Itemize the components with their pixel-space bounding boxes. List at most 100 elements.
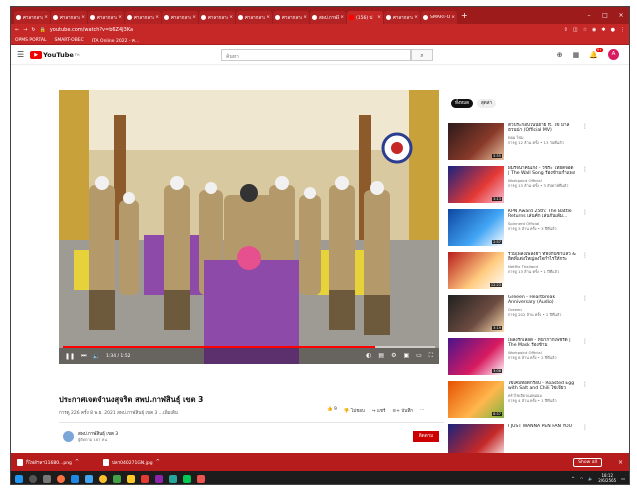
download-item[interactable]: ก็ไฟล์ฯลฯ11680...png ^ [17, 458, 93, 466]
video-thumbnail[interactable]: 2:57 [448, 209, 504, 246]
reload-icon[interactable]: ↻ [31, 27, 35, 33]
kebab-menu-icon[interactable]: ⋮ [582, 424, 588, 431]
back-icon[interactable]: ← [15, 27, 19, 33]
kebab-menu-icon[interactable]: ⋮ [582, 252, 588, 259]
wifi-icon[interactable]: ◠ [580, 476, 584, 481]
bookmark-smart-obec[interactable]: SMART-OBEC [54, 38, 83, 43]
apps-grid-icon[interactable]: ▦ [573, 51, 580, 59]
video-thumbnail[interactable]: 3:06 [448, 338, 504, 375]
recommendation-title[interactable]: I JUST WANNA PEN FAN YOU [508, 424, 576, 429]
extension-icon[interactable]: ◫ [573, 27, 578, 33]
recommendation-title[interactable]: ผมรจนาคนเก่ง - วัชระ ไทยดีจอด | The Wall… [508, 166, 576, 177]
browser-tab[interactable]: สพป.กาฬสินธุ์× [310, 11, 346, 24]
browser-tab[interactable]: ศาลากลางจังหวัด× [199, 11, 235, 24]
show-all-downloads-button[interactable]: Show all [573, 457, 602, 467]
app-icon[interactable] [155, 474, 163, 483]
store-icon[interactable] [85, 474, 93, 483]
channel-name[interactable]: สพป.กาฬสินธุ์ เขต 3 [78, 430, 118, 437]
puzzle-icon[interactable]: ✱ [601, 27, 605, 33]
close-icon[interactable]: × [451, 15, 455, 20]
close-icon[interactable]: × [118, 15, 122, 20]
browser-tab[interactable]: ศาลากลางจังหวัด× [51, 11, 87, 24]
task-view-icon[interactable] [43, 474, 51, 483]
kebab-menu-icon[interactable]: ⋮ [582, 381, 588, 388]
like-button[interactable]: 👍 9 [327, 407, 337, 414]
bookmark-opms[interactable]: OPMS PORTAL [15, 38, 46, 43]
firefox-icon[interactable] [57, 474, 65, 483]
taskbar-clock[interactable]: 18:12 2/6/2565 [598, 473, 616, 483]
excel-icon[interactable] [113, 474, 121, 483]
avatar[interactable]: A [608, 49, 619, 60]
extension-icon[interactable]: ◉ [592, 27, 596, 33]
recommendation-title[interactable]: Greeen - Heartbreak Anniversary (Audio) [508, 295, 576, 306]
theater-mode-icon[interactable]: ▭ [416, 352, 422, 360]
subtitles-icon[interactable]: ▤ [378, 352, 384, 360]
recommendation-title[interactable]: KPN Award 25th: The Battle Returns เล่นค… [508, 209, 576, 220]
share-button[interactable]: ↪ แชร์ [372, 407, 386, 414]
settings-gear-icon[interactable]: ⚙ [391, 352, 396, 360]
volume-icon[interactable]: 🔈 [588, 476, 593, 481]
notification-center-icon[interactable]: ▭ [621, 476, 625, 481]
kebab-menu-icon[interactable]: ⋮ [620, 27, 625, 33]
bookmark-star-icon[interactable]: ☆ [583, 27, 587, 33]
close-icon[interactable]: × [81, 15, 85, 20]
bookmark-ita-online[interactable]: ITA Online 2022 - ค... [92, 37, 139, 44]
recommendation-title[interactable]: เพลงรักเลือด - หน้ากากเพชรดี | The Mask … [508, 338, 576, 349]
recommendation-title[interactable]: ไข่เค็มทอดกรอบ - Roasted Egg with Salt a… [508, 381, 576, 392]
more-actions-icon[interactable]: … [420, 407, 425, 414]
app-icon[interactable] [169, 474, 177, 483]
dislike-button[interactable]: 👎 ไม่ชอบ [344, 407, 365, 414]
tray-chevron-icon[interactable]: ^ [571, 476, 574, 481]
chip-all[interactable]: ทั้งหมด [451, 99, 474, 108]
browser-tab[interactable]: ศาลากลางจังหวัด× [88, 11, 124, 24]
download-item[interactable]: ปลา040271GN.jpg ^ [103, 458, 179, 466]
video-player[interactable]: ❚❚ ⏭ 🔈 1:34 / 1:52 ◐ ▤ ⚙ ▣ ▭ ⛶ [59, 90, 439, 364]
recommendation-item[interactable]: 8:57 ไข่เค็มทอดกรอบ - Roasted Egg with Sa… [448, 381, 588, 421]
recommendation-item[interactable]: I JUST WANNA PEN FAN YOU ⋮ [448, 424, 588, 461]
close-icon[interactable]: × [266, 15, 270, 20]
close-download-bar-icon[interactable]: × [618, 459, 623, 466]
browser-tab[interactable]: SMART-OBEC× [421, 11, 457, 24]
save-button[interactable]: ≡+ บันทึก [392, 407, 413, 414]
kebab-menu-icon[interactable]: ⋮ [582, 338, 588, 345]
youtube-logo[interactable]: ▶ YouTube TH [30, 50, 80, 59]
kebab-menu-icon[interactable]: ⋮ [582, 209, 588, 216]
browser-tab[interactable]: ศาลากลางจังหวัด× [14, 11, 50, 24]
recommendation-item[interactable]: 3:19 Greeen - Heartbreak Anniversary (Aud… [448, 295, 588, 335]
video-thumbnail[interactable]: 5:55 [448, 123, 504, 160]
file-explorer-icon[interactable] [127, 474, 135, 483]
url-field[interactable]: youtube.com/watch?v=b6Z4J3Ka [50, 27, 133, 33]
new-tab-button[interactable]: + [461, 11, 468, 20]
volume-icon[interactable]: 🔈 [92, 353, 99, 360]
kebab-menu-icon[interactable]: ⋮ [582, 295, 588, 302]
minimize-icon[interactable]: – [581, 12, 597, 19]
hamburger-menu-icon[interactable]: ☰ [17, 50, 24, 59]
recommendation-item[interactable]: 5:55 ตัวประกอบในนิยาย ft. ไข่ มาลีฮวนน่า … [448, 123, 588, 163]
close-icon[interactable]: × [155, 15, 159, 20]
browser-tab[interactable]: ศาลากลางจังหวัด× [384, 11, 420, 24]
search-input[interactable]: ค้นหา [221, 49, 411, 61]
video-thumbnail[interactable]: 12:23 [448, 252, 504, 289]
pause-icon[interactable]: ❚❚ [65, 353, 75, 360]
chrome-icon[interactable] [99, 474, 107, 483]
share-page-icon[interactable]: ⇪ [564, 27, 568, 33]
close-window-icon[interactable]: × [613, 12, 629, 19]
close-icon[interactable]: × [414, 15, 418, 20]
kebab-menu-icon[interactable]: ⋮ [582, 166, 588, 173]
recommendation-item[interactable]: 2:57 KPN Award 25th: The Battle Returns เ… [448, 209, 588, 249]
close-icon[interactable]: × [303, 15, 307, 20]
chevron-up-icon[interactable]: ^ [75, 459, 79, 465]
browser-tab[interactable]: ศาลากลางจังหวัด× [162, 11, 198, 24]
forward-icon[interactable]: → [23, 27, 27, 33]
miniplayer-icon[interactable]: ▣ [403, 352, 409, 360]
chevron-up-icon[interactable]: ^ [156, 459, 160, 465]
notifications-bell-icon[interactable]: 🔔 9+ [589, 47, 603, 59]
video-thumbnail[interactable]: 8:57 [448, 381, 504, 418]
maximize-icon[interactable]: □ [597, 12, 613, 19]
recommendation-item[interactable]: 3:13 ผมรจนาคนเก่ง - วัชระ ไทยดีจอด | The … [448, 166, 588, 206]
close-icon[interactable]: × [340, 15, 344, 20]
app-icon[interactable] [197, 474, 205, 483]
close-icon[interactable]: × [377, 15, 381, 20]
next-icon[interactable]: ⏭ [81, 352, 86, 360]
close-icon[interactable]: × [44, 15, 48, 20]
